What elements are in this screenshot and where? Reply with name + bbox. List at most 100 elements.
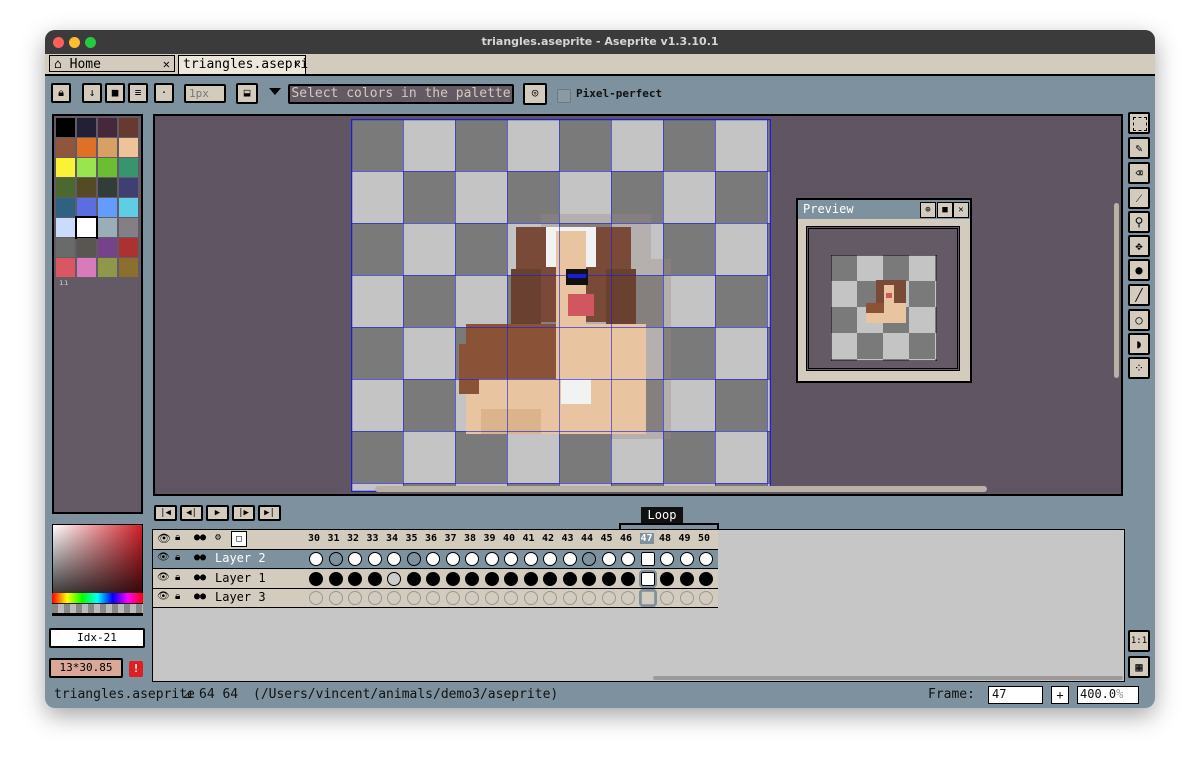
timeline-cel[interactable] bbox=[426, 552, 440, 566]
spray-tool-icon[interactable]: ⁘ bbox=[1128, 357, 1150, 379]
alert-icon[interactable]: ! bbox=[129, 661, 143, 677]
frame-header[interactable]: 43 bbox=[562, 533, 574, 544]
first-frame-icon[interactable]: |◀ bbox=[154, 505, 177, 521]
close-tab-icon[interactable]: ✕ bbox=[163, 56, 170, 73]
continuous-icon[interactable]: ●● bbox=[194, 532, 206, 543]
palette-swatch[interactable] bbox=[119, 158, 138, 177]
timeline-cel[interactable] bbox=[367, 552, 382, 566]
timeline-cel[interactable] bbox=[465, 591, 479, 605]
palette-swatch[interactable] bbox=[119, 218, 138, 237]
eyedropper-settings-icon[interactable]: ◎ bbox=[523, 83, 547, 105]
palette-swatch[interactable] bbox=[77, 138, 96, 157]
lock-header-icon[interactable]: 🔒︎ bbox=[175, 532, 180, 543]
layer-name[interactable]: Layer 1 bbox=[215, 571, 266, 585]
palette-swatch[interactable] bbox=[56, 158, 75, 177]
brush-type-arrow-icon[interactable]: ↓ bbox=[82, 83, 102, 103]
timeline-cel[interactable] bbox=[387, 571, 401, 586]
palette-swatch[interactable] bbox=[119, 178, 138, 197]
palette-swatch[interactable] bbox=[98, 118, 117, 137]
timeline-cel[interactable] bbox=[328, 591, 343, 605]
next-frame-icon[interactable]: |▶ bbox=[232, 505, 255, 521]
timeline-cel[interactable] bbox=[484, 571, 499, 586]
timeline-cel[interactable] bbox=[638, 589, 657, 607]
zoom-window-button[interactable] bbox=[85, 37, 96, 48]
brush-square-icon[interactable]: ■ bbox=[105, 83, 125, 103]
pixel-perfect-checkbox[interactable] bbox=[557, 89, 571, 103]
timeline-cel[interactable] bbox=[621, 591, 635, 605]
timeline-cel[interactable] bbox=[348, 571, 362, 586]
timeline-cel[interactable] bbox=[699, 552, 713, 566]
line-tool-icon[interactable]: ╱ bbox=[1128, 284, 1150, 306]
timeline-cel[interactable] bbox=[309, 552, 323, 566]
play-icon[interactable]: ▶ bbox=[206, 505, 229, 521]
add-frame-button[interactable]: + bbox=[1051, 686, 1069, 704]
timeline-cel[interactable] bbox=[406, 591, 421, 605]
timeline-cel[interactable] bbox=[426, 571, 440, 586]
timeline-cel[interactable] bbox=[367, 571, 382, 586]
timeline-cel[interactable] bbox=[660, 591, 674, 605]
loop-tag[interactable]: Loop bbox=[641, 507, 683, 524]
canvas-area[interactable]: Preview ⊕ ■ ✕ bbox=[153, 114, 1123, 496]
timeline-cel[interactable] bbox=[465, 552, 479, 566]
palette-swatch[interactable] bbox=[119, 118, 138, 137]
minimize-window-button[interactable] bbox=[69, 37, 80, 48]
color-index-field[interactable]: Idx-21 bbox=[49, 628, 145, 648]
frame-header[interactable]: 50 bbox=[698, 533, 710, 544]
layer-name[interactable]: Layer 3 bbox=[215, 590, 266, 604]
brush-menu-icon[interactable]: ≡ bbox=[128, 83, 148, 103]
frame-header[interactable]: 30 bbox=[308, 533, 320, 544]
timeline-cel[interactable] bbox=[621, 552, 635, 566]
timeline-cel[interactable] bbox=[445, 552, 460, 566]
frame-header[interactable]: 32 bbox=[347, 533, 359, 544]
timeline-cel[interactable] bbox=[601, 591, 616, 605]
timeline-cel[interactable] bbox=[543, 552, 557, 566]
timeline-cel[interactable] bbox=[445, 591, 460, 605]
timeline-cel[interactable] bbox=[562, 571, 577, 586]
contour-tool-icon[interactable]: ◗ bbox=[1128, 333, 1150, 355]
palette-swatch[interactable] bbox=[56, 218, 75, 237]
brush-size-field[interactable]: 1px bbox=[184, 84, 226, 103]
timeline-cel[interactable] bbox=[582, 552, 596, 566]
chevron-down-icon[interactable] bbox=[269, 88, 281, 95]
timeline-cel[interactable] bbox=[679, 591, 694, 605]
frame-header[interactable]: 34 bbox=[386, 533, 398, 544]
palette-swatch[interactable] bbox=[56, 178, 75, 197]
timeline-cel[interactable] bbox=[660, 571, 674, 586]
palette-swatch[interactable] bbox=[56, 258, 75, 277]
frame-header[interactable]: 49 bbox=[679, 533, 691, 544]
timeline-cel[interactable] bbox=[426, 591, 440, 605]
continuous-icon[interactable]: ●● bbox=[194, 591, 206, 602]
eye-icon[interactable]: 👁︎ bbox=[157, 532, 171, 545]
fill-tool-icon[interactable]: ● bbox=[1128, 259, 1150, 281]
palette-swatch[interactable] bbox=[77, 198, 96, 217]
filmstrip-icon[interactable]: ▦ bbox=[1128, 656, 1150, 678]
timeline-cel[interactable] bbox=[484, 552, 499, 566]
timeline-cel[interactable] bbox=[504, 552, 518, 566]
frame-header[interactable]: 48 bbox=[659, 533, 671, 544]
move-tool-icon[interactable]: ✥ bbox=[1128, 235, 1150, 257]
lock-icon[interactable]: 🔒︎ bbox=[175, 552, 180, 563]
tab-home[interactable]: ⌂ Home ✕ bbox=[49, 55, 175, 72]
timeline-cel[interactable] bbox=[348, 591, 362, 605]
continuous-icon[interactable]: ●● bbox=[194, 552, 206, 563]
eyedropper-tool-icon[interactable]: ⁄ bbox=[1128, 187, 1150, 209]
timeline-cel[interactable] bbox=[621, 571, 635, 586]
frame-header[interactable]: 44 bbox=[581, 533, 593, 544]
stamp-icon[interactable]: ⬓ bbox=[236, 83, 258, 104]
timeline-cel[interactable] bbox=[309, 591, 323, 605]
layer-row[interactable]: 👁︎ 🔒︎ ●● Layer 2 bbox=[153, 550, 718, 569]
palette-swatch[interactable] bbox=[56, 118, 75, 137]
zoom-tool-icon[interactable]: ⚲ bbox=[1128, 211, 1150, 233]
timeline-cel[interactable] bbox=[543, 571, 557, 586]
palette-swatch[interactable] bbox=[119, 238, 138, 257]
frame-header[interactable]: 42 bbox=[542, 533, 554, 544]
palette-swatch[interactable] bbox=[75, 216, 98, 239]
palette-swatch[interactable] bbox=[98, 138, 117, 157]
timeline-cel[interactable] bbox=[348, 552, 362, 566]
timeline-cel[interactable] bbox=[523, 591, 538, 605]
frame-header[interactable]: 33 bbox=[367, 533, 379, 544]
ellipse-tool-icon[interactable]: ○ bbox=[1128, 309, 1150, 331]
palette-swatch[interactable] bbox=[77, 118, 96, 137]
eraser-tool-icon[interactable]: ⌫ bbox=[1128, 162, 1150, 184]
timeline-cel[interactable] bbox=[638, 550, 657, 568]
